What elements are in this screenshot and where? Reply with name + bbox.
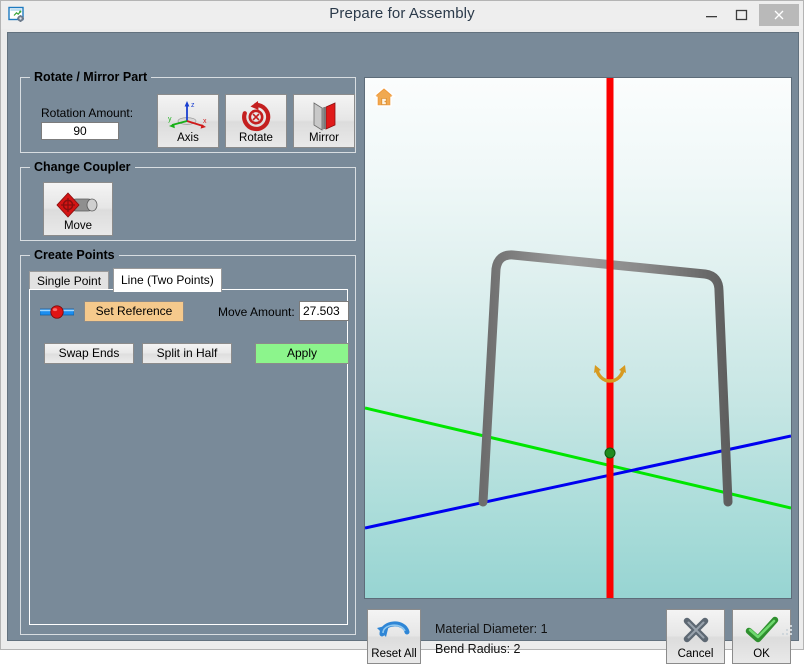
rotate-mirror-group-title: Rotate / Mirror Part: [30, 70, 152, 84]
material-diameter-text: Material Diameter: 1: [435, 622, 548, 636]
line-reference-point-icon: [39, 303, 75, 321]
svg-text:x: x: [203, 118, 207, 125]
move-button-label: Move: [63, 220, 93, 232]
maximize-button[interactable]: [727, 4, 757, 26]
create-points-group-title: Create Points: [30, 248, 119, 262]
mirror-button-label: Mirror: [308, 132, 340, 144]
cancel-button[interactable]: Cancel: [666, 609, 725, 664]
undo-arrow-icon: [368, 614, 420, 648]
client-area: Rotate / Mirror Part Rotation Amount: 90…: [2, 29, 802, 664]
reset-all-button[interactable]: Reset All: [367, 609, 421, 664]
axis-triad-icon: z x y: [158, 99, 218, 133]
svg-text:z: z: [191, 102, 195, 109]
rotation-amount-label: Rotation Amount:: [41, 106, 134, 120]
window-title: Prepare for Assembly: [329, 5, 475, 22]
mirror-planes-icon: [294, 99, 354, 133]
move-amount-label: Move Amount:: [218, 305, 295, 319]
bend-radius-text: Bend Radius: 2: [435, 642, 521, 656]
change-coupler-group-title: Change Coupler: [30, 160, 135, 174]
move-amount-input[interactable]: 27.503: [299, 301, 349, 321]
3d-viewport[interactable]: [364, 77, 792, 599]
prepare-for-assembly-window: Prepare for Assembly Rotate / Mirror Par…: [0, 0, 804, 664]
rotate-arrow-icon: [226, 99, 286, 133]
origin-point: [604, 447, 616, 459]
status-info: Material Diameter: 1 Bend Radius: 2: [435, 619, 548, 659]
x-mark-icon: [667, 614, 724, 648]
axis-button[interactable]: z x y Axis: [157, 94, 219, 148]
rotation-amount-input[interactable]: 90: [41, 122, 119, 140]
coupler-move-icon: [44, 187, 112, 221]
change-coupler-group: Change Coupler Move: [20, 160, 356, 241]
minimize-button[interactable]: [697, 4, 727, 26]
svg-text:y: y: [168, 116, 172, 123]
main-panel: Rotate / Mirror Part Rotation Amount: 90…: [7, 32, 799, 664]
line-two-points-tabpage: Set Reference Move Amount: 27.503 Swap E…: [29, 289, 349, 625]
axis-button-label: Axis: [177, 132, 199, 144]
create-points-group: Create Points Single Point Line (Two Poi…: [20, 248, 356, 635]
set-reference-button[interactable]: Set Reference: [84, 301, 184, 322]
swap-ends-button[interactable]: Swap Ends: [44, 343, 134, 364]
rotate-mirror-part-group: Rotate / Mirror Part Rotation Amount: 90…: [20, 70, 356, 153]
resize-grip[interactable]: [781, 624, 794, 637]
rotate-button[interactable]: Rotate: [225, 94, 287, 148]
home-view-icon[interactable]: [372, 85, 396, 109]
split-in-half-button[interactable]: Split in Half: [142, 343, 232, 364]
move-coupler-button[interactable]: Move: [43, 182, 113, 236]
rotate-button-label: Rotate: [239, 132, 273, 144]
viewport-scene: [365, 78, 791, 598]
mirror-button[interactable]: Mirror: [293, 94, 355, 148]
title-bar: Prepare for Assembly: [1, 1, 803, 29]
apply-button[interactable]: Apply: [255, 343, 349, 364]
close-button[interactable]: [759, 4, 799, 26]
tab-line-two-points[interactable]: Line (Two Points): [113, 268, 222, 292]
